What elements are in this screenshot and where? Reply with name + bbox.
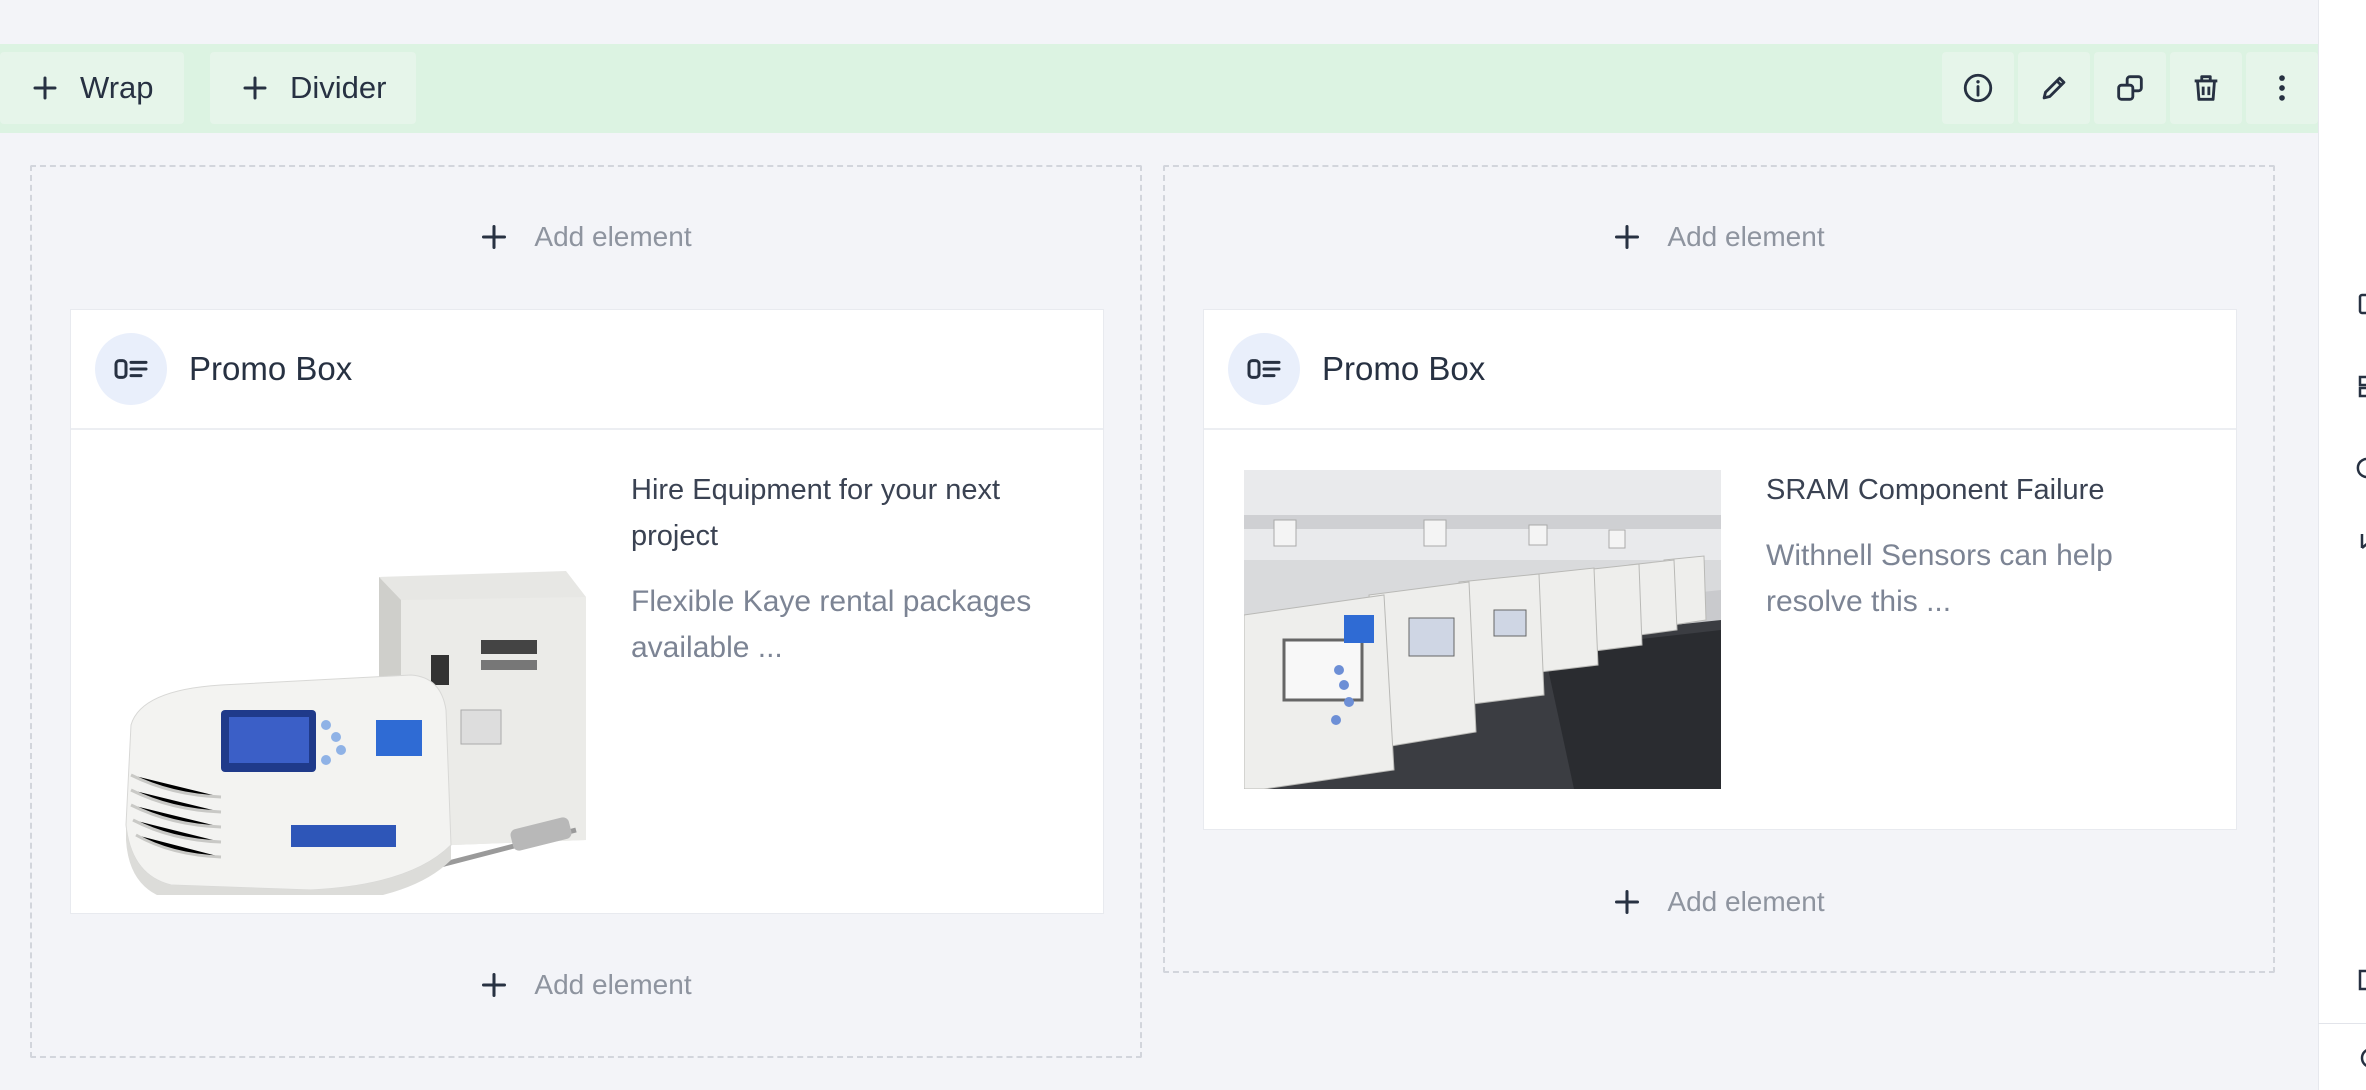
add-element-button[interactable]: Add element — [32, 955, 1140, 1015]
refresh-icon[interactable] — [2355, 456, 2366, 480]
wrap-toolbar: Wrap Divider — [0, 44, 2318, 133]
promo-box-icon — [1228, 333, 1300, 405]
add-element-button[interactable]: Add element — [1165, 207, 2273, 267]
rail-divider — [2318, 1023, 2366, 1024]
editor-canvas: Wrap Divider Add element Promo Box Hire … — [0, 0, 2318, 1090]
add-element-label: Add element — [1667, 221, 1825, 252]
promo-heading: Hire Equipment for your next project — [631, 474, 1001, 552]
promo-box-text: SRAM Component Failure Withnell Sensors … — [1766, 467, 2196, 625]
wrap-tools — [1942, 52, 2318, 124]
promo-box-text: Hire Equipment for your next project Fle… — [631, 467, 1063, 671]
lab-instruments-image — [1243, 470, 1721, 790]
promo-box-title: Promo Box — [1322, 350, 1486, 387]
pencil-icon — [2042, 76, 2066, 100]
promo-box-icon — [95, 333, 167, 405]
plus-icon — [1615, 889, 1640, 915]
layout-icon[interactable] — [2355, 374, 2366, 398]
column-right: Add element Promo Box SRAM Component Fai… — [1163, 165, 2275, 973]
duplicate-icon — [2117, 75, 2143, 101]
download-icon[interactable] — [2355, 532, 2366, 556]
promo-box-header: Promo Box — [1204, 310, 2236, 430]
add-wrap-label: Wrap — [80, 70, 154, 105]
edit-button[interactable] — [2018, 52, 2090, 124]
equipment-image — [111, 525, 591, 943]
plus-icon — [243, 76, 267, 100]
add-divider-button[interactable]: Divider — [210, 52, 417, 124]
delete-button[interactable] — [2170, 52, 2242, 124]
right-sidebar-rail — [2318, 0, 2366, 1090]
add-element-label: Add element — [1667, 886, 1825, 917]
plus-icon — [1615, 224, 1640, 250]
plus-icon — [33, 76, 57, 100]
info-icon — [1963, 73, 1993, 103]
add-element-label: Add element — [534, 969, 692, 1000]
plus-icon — [482, 224, 507, 250]
expand-icon[interactable] — [2355, 968, 2366, 992]
duplicate-button[interactable] — [2094, 52, 2166, 124]
promo-box-header: Promo Box — [71, 310, 1103, 430]
more-vertical-icon — [2279, 75, 2285, 101]
add-element-button[interactable]: Add element — [1165, 872, 2273, 932]
info-button[interactable] — [1942, 52, 2014, 124]
settings-icon[interactable] — [2355, 1046, 2366, 1070]
add-wrap-button[interactable]: Wrap — [0, 52, 184, 124]
promo-box-title: Promo Box — [189, 350, 353, 387]
add-divider-label: Divider — [290, 70, 387, 105]
promo-box[interactable]: Promo Box — [70, 309, 1104, 943]
promo-heading: SRAM Component Failure — [1766, 474, 2105, 506]
add-element-button[interactable]: Add element — [32, 207, 1140, 267]
copy-icon[interactable] — [2355, 292, 2366, 316]
trash-icon — [2194, 75, 2218, 101]
promo-box[interactable]: Promo Box — [1203, 309, 2237, 830]
column-left: Add element Promo Box Hire Equipment for… — [30, 165, 1142, 1058]
promo-description: Withnell Sensors can help resolve this .… — [1766, 539, 2113, 618]
add-element-label: Add element — [534, 221, 692, 252]
promo-description: Flexible Kaye rental packages available … — [631, 585, 1032, 664]
plus-icon — [482, 972, 507, 998]
more-button[interactable] — [2246, 52, 2318, 124]
